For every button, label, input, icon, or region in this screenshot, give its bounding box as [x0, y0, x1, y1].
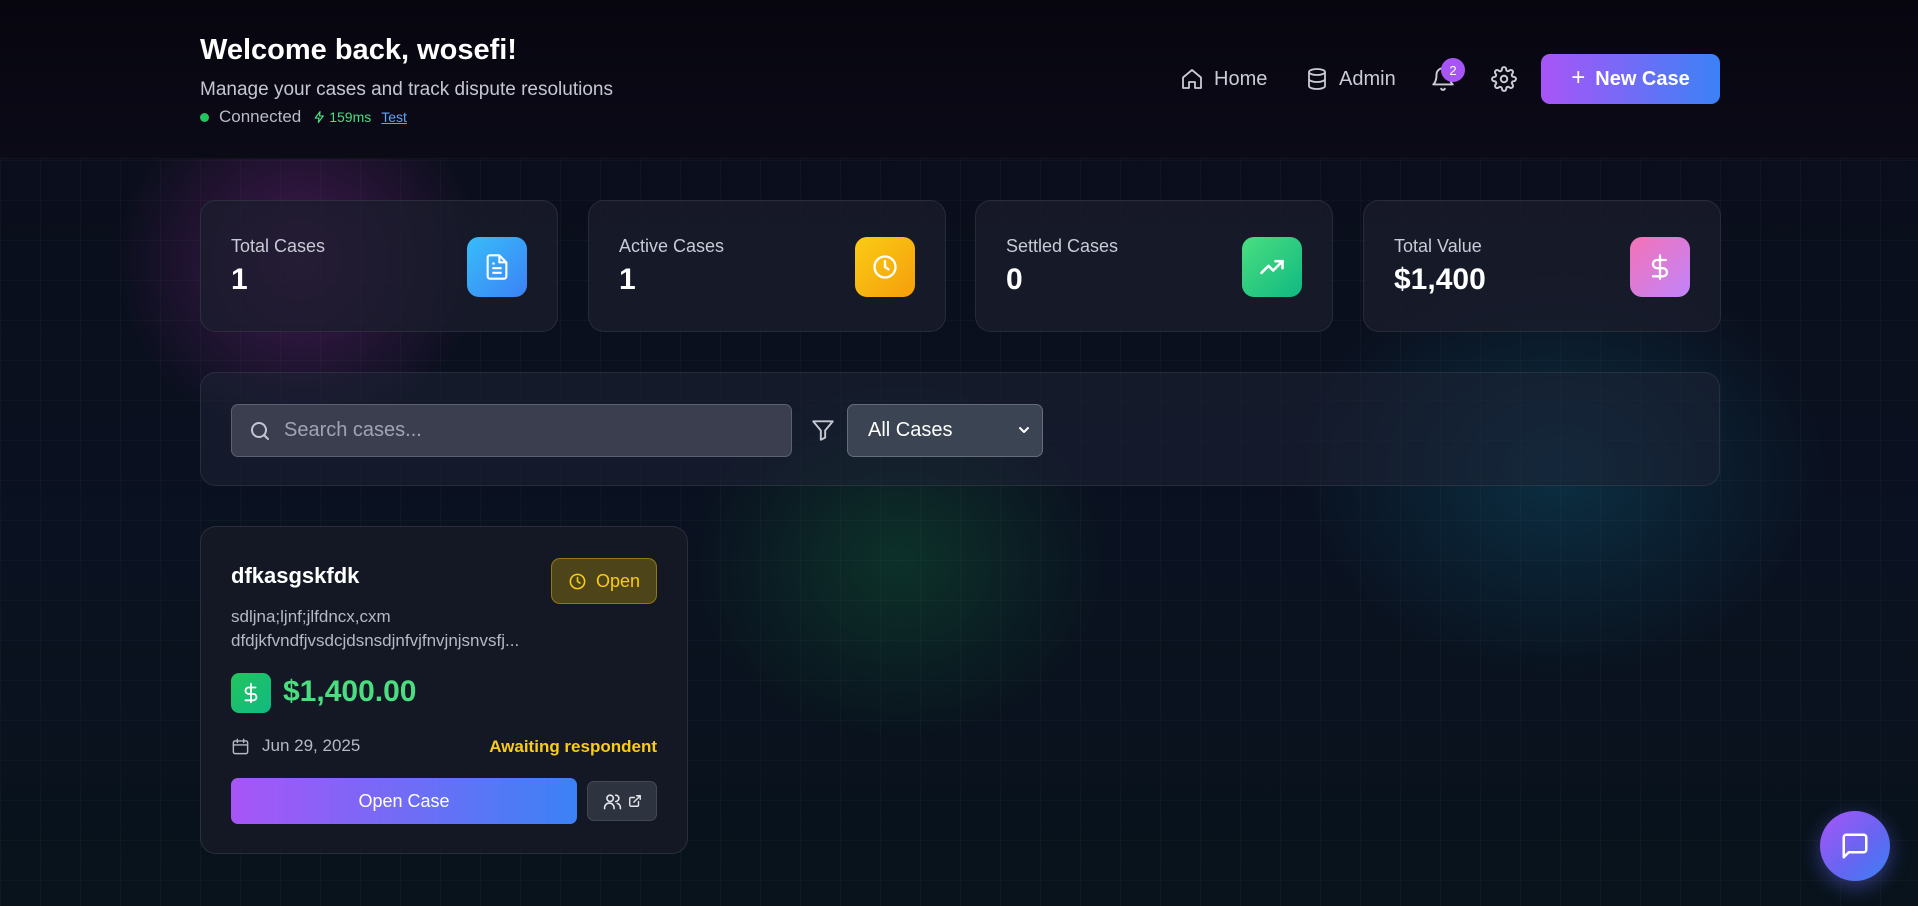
stat-value: $1,400 [1394, 263, 1486, 296]
respondent-portal-button[interactable] [587, 781, 657, 821]
document-icon [467, 237, 527, 297]
case-state: Awaiting respondent [489, 737, 657, 756]
database-icon [1308, 68, 1326, 90]
open-case-button[interactable]: Open Case [231, 778, 577, 824]
chat-button[interactable] [1820, 811, 1890, 881]
page-title: Welcome back, wosefi! [200, 34, 517, 66]
latency-indicator: 159ms [313, 109, 371, 125]
chat-icon [1842, 833, 1868, 859]
stat-value: 0 [1006, 263, 1023, 296]
lightning-icon [314, 110, 325, 124]
case-date-value: Jun 29, 2025 [262, 736, 361, 755]
top-header: Welcome back, wosefi! Manage your cases … [0, 0, 1918, 159]
search-icon [251, 421, 269, 440]
plus-icon: + [1571, 63, 1586, 91]
open-case-label: Open Case [358, 790, 450, 811]
nav-admin-label: Admin [1339, 67, 1396, 90]
nav-home-label: Home [1214, 67, 1268, 90]
status-badge: Open [551, 558, 657, 604]
case-amount: $1,400.00 [283, 675, 417, 708]
stat-card-active-cases: Active Cases 1 [588, 200, 946, 332]
nav-admin[interactable]: Admin [1305, 54, 1396, 104]
latency-value: 159ms [329, 109, 372, 125]
calendar-icon [232, 738, 249, 754]
test-connection-link[interactable]: Test [381, 109, 407, 125]
case-card[interactable]: dfkasgskfdk Open sdljna;ljnf;jlfdncx,cxm… [200, 526, 688, 854]
search-input[interactable] [284, 419, 764, 442]
case-date: Jun 29, 2025 [231, 736, 360, 756]
filter-panel: All Cases [200, 372, 1720, 486]
search-box[interactable] [231, 404, 792, 457]
notification-badge: 2 [1441, 58, 1465, 82]
connection-label: Connected [219, 107, 302, 126]
status-filter-select[interactable]: All Cases [847, 404, 1043, 457]
trending-up-icon [1242, 237, 1302, 297]
dollar-icon [1630, 237, 1690, 297]
stat-label: Active Cases [619, 236, 725, 256]
home-icon [1182, 69, 1202, 89]
stat-label: Total Value [1394, 236, 1482, 256]
case-description-line: dfdjkfvndfjvsdcjdsnsdjnfvjfnvjnjsnvsfj..… [231, 631, 520, 650]
clock-icon [855, 237, 915, 297]
stat-value: 1 [619, 263, 636, 296]
dollar-icon [231, 673, 271, 713]
gear-icon[interactable] [1491, 66, 1517, 92]
case-description-line: sdljna;ljnf;jlfdncx,cxm [231, 607, 391, 626]
nav-home[interactable]: Home [1180, 54, 1267, 104]
status-dot-icon [200, 112, 209, 122]
stat-card-settled-cases: Settled Cases 0 [975, 200, 1333, 332]
select-value: All Cases [868, 419, 953, 441]
stat-card-total-value: Total Value $1,400 [1363, 200, 1721, 332]
chevron-down-icon [1019, 427, 1029, 433]
new-case-button[interactable]: + New Case [1541, 54, 1720, 104]
users-icon [603, 793, 621, 809]
filter-icon[interactable] [810, 417, 836, 443]
clock-icon [569, 573, 586, 589]
stat-value: 1 [231, 263, 248, 296]
page-subtitle: Manage your cases and track dispute reso… [200, 79, 613, 100]
external-link-icon [628, 795, 641, 807]
new-case-label: New Case [1595, 67, 1690, 90]
case-title: dfkasgskfdk [231, 563, 360, 588]
stat-card-total-cases: Total Cases 1 [200, 200, 558, 332]
case-description: sdljna;ljnf;jlfdncx,cxm dfdjkfvndfjvsdcj… [231, 605, 561, 653]
connection-status: Connected 159ms Test [200, 107, 407, 127]
stat-label: Settled Cases [1006, 236, 1119, 256]
stat-label: Total Cases [231, 236, 326, 256]
status-label: Open [595, 570, 641, 591]
